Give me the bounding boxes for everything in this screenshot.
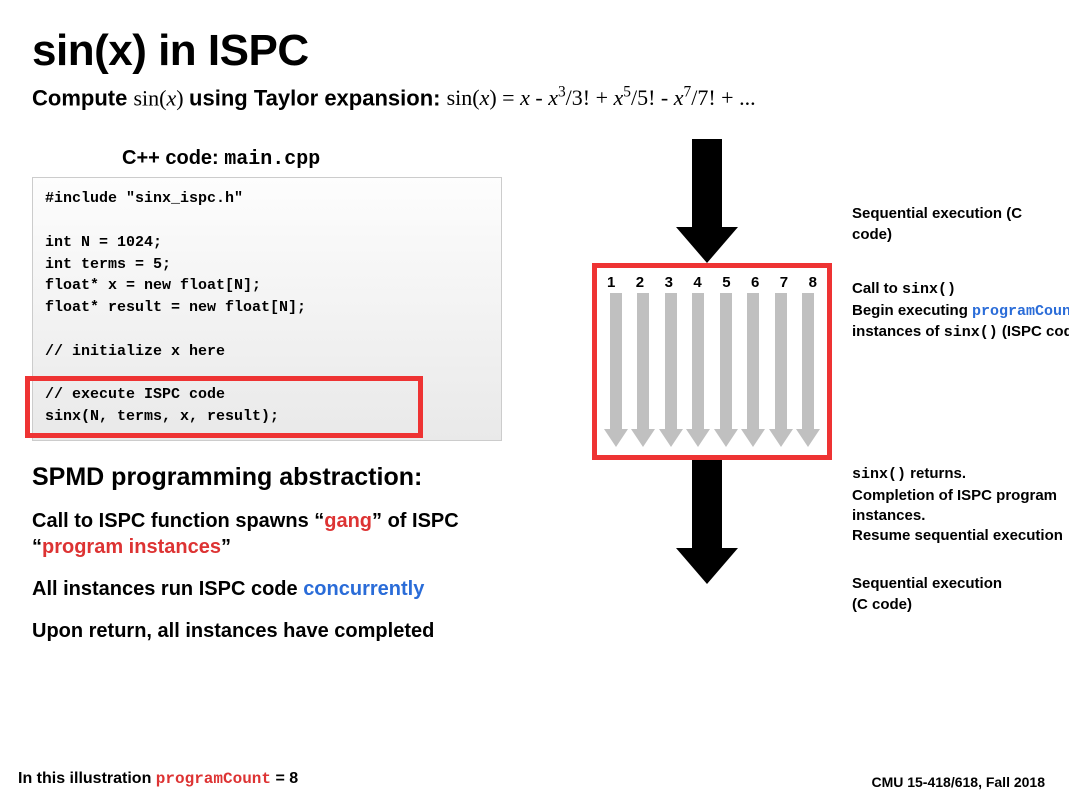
- footnote-left-b: = 8: [271, 770, 298, 787]
- bullet1-part-b: ” of ISPC: [372, 510, 459, 532]
- bullet-complete: Upon return, all instances have complete…: [32, 618, 502, 644]
- subtitle-mid: using Taylor expansion:: [189, 85, 440, 110]
- lane-num: 4: [693, 274, 701, 291]
- subtitle-lead: Compute: [32, 85, 127, 110]
- footnote-pc-mono: programCount: [156, 770, 271, 788]
- code-header-text: C++ code:: [122, 147, 219, 169]
- label-ret-c: Resume sequential execution: [852, 527, 1063, 544]
- lane-arrow: [660, 293, 682, 453]
- lane-num: 5: [722, 274, 730, 291]
- spmd-heading: SPMD programming abstraction:: [32, 463, 502, 492]
- label-begin-b: instances of: [852, 323, 944, 340]
- label-begin-c: (ISPC code): [998, 323, 1069, 340]
- lane-num: 2: [636, 274, 644, 291]
- label-program-count: programCount: [972, 303, 1069, 320]
- bullet2-concurrently: concurrently: [303, 578, 424, 600]
- lane-arrow: [797, 293, 819, 453]
- label-begin-sinx: sinx(): [944, 324, 998, 341]
- bullet1-gang: gang: [324, 510, 372, 532]
- lane-arrow: [687, 293, 709, 453]
- label-return: sinx() returns. Completion of ISPC progr…: [852, 464, 1069, 546]
- bullet1-part-d: ”: [221, 536, 231, 558]
- footnote-left-a: In this illustration: [18, 770, 156, 787]
- footnote-programcount: In this illustration programCount = 8: [18, 770, 298, 788]
- code-text: #include "sinx_ispc.h" int N = 1024; int…: [45, 190, 306, 425]
- bullet1-program-instances: program instances: [42, 536, 221, 558]
- label-seq-top: Sequential execution (C code): [852, 204, 1037, 245]
- lane-numbers: 1 2 3 4 5 6 7 8: [605, 274, 819, 291]
- code-block-cpp: #include "sinx_ispc.h" int N = 1024; int…: [32, 177, 502, 440]
- lane-arrows: [605, 293, 819, 453]
- code-header-file: main.cpp: [224, 148, 320, 171]
- label-ret-b: Completion of ISPC program instances.: [852, 487, 1057, 524]
- arrow-down-top: [684, 139, 730, 259]
- bullet-gang: Call to ISPC function spawns “gang” of I…: [32, 508, 502, 560]
- label-begin-a: Begin executing: [852, 302, 972, 319]
- bullet2-part-a: All instances run ISPC code: [32, 578, 303, 600]
- lane-num: 3: [665, 274, 673, 291]
- gang-box: 1 2 3 4 5 6 7 8: [592, 263, 832, 460]
- arrow-down-bottom: [684, 460, 730, 580]
- subtitle: Compute sin(x) using Taylor expansion: s…: [32, 84, 1037, 111]
- label-ret-a: returns.: [906, 465, 966, 482]
- lane-num: 8: [809, 274, 817, 291]
- lane-arrow: [715, 293, 737, 453]
- lane-num: 7: [780, 274, 788, 291]
- lane-arrow: [742, 293, 764, 453]
- label-seq-bottom: Sequential execution (C code): [852, 574, 1002, 615]
- bullet-concurrent: All instances run ISPC code concurrently: [32, 576, 502, 602]
- label-ret-sinx: sinx(): [852, 466, 906, 483]
- lane-arrow: [632, 293, 654, 453]
- label-call-sinx: sinx(): [902, 281, 956, 298]
- lane-num: 1: [607, 274, 615, 291]
- label-call-a: Call to: [852, 280, 902, 297]
- subtitle-math-sinx: sin(x): [133, 85, 189, 110]
- bullet1-part-a: Call to ISPC function spawns “: [32, 510, 324, 532]
- label-seq-bot-b: (C code): [852, 596, 912, 613]
- code-header: C++ code: main.cpp: [122, 147, 502, 171]
- subtitle-math-expansion: sin(x) = x - x3/3! + x5/5! - x7/7! + ...: [447, 85, 756, 110]
- label-call: Call to sinx() Begin executing programCo…: [852, 279, 1069, 343]
- lane-arrow: [770, 293, 792, 453]
- lane-num: 6: [751, 274, 759, 291]
- footnote-course: CMU 15-418/618, Fall 2018: [871, 774, 1045, 790]
- bullet1-part-c: “: [32, 536, 42, 558]
- label-seq-bot-a: Sequential execution: [852, 575, 1002, 592]
- lane-arrow: [605, 293, 627, 453]
- page-title: sin(x) in ISPC: [32, 26, 1037, 76]
